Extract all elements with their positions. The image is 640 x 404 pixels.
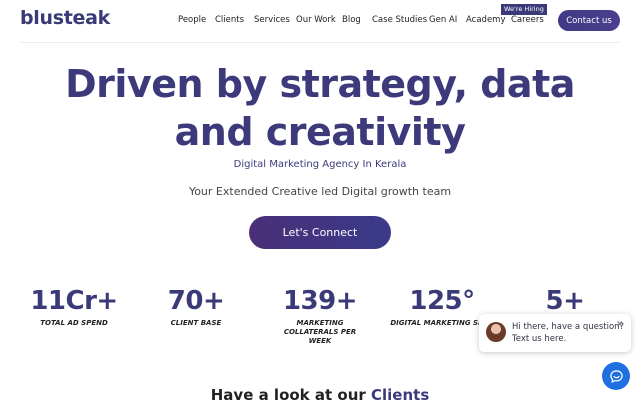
stat-value: 139+: [282, 286, 358, 316]
chat-bubble-glyph: [609, 369, 623, 383]
chat-line-1: Hi there, have a question?: [512, 322, 625, 332]
hero-title-line-1: Driven by strategy, data: [65, 62, 575, 106]
hero-tagline: Your Extended Creative led Digital growt…: [188, 185, 452, 198]
stat-value: 5+: [545, 286, 585, 316]
clients-heading: Have a look at our Clients: [0, 386, 640, 404]
clients-heading-prefix: Have a look at our: [210, 386, 366, 404]
nav-blog[interactable]: Blog: [342, 15, 361, 25]
nav-services[interactable]: Services: [254, 15, 290, 25]
chat-bubble-icon[interactable]: [602, 362, 630, 390]
brand-logo[interactable]: blusteak: [20, 7, 110, 29]
site-header: blusteak People Clients Services Our Wor…: [0, 0, 640, 42]
hero-title-line-2: and creativity: [174, 110, 466, 154]
hero-subtitle: Digital Marketing Agency In Kerala: [233, 159, 407, 170]
stat-value: 125°: [409, 286, 475, 316]
stat-ad-spend: 11Cr+ TOTAL AD SPEND: [14, 285, 134, 328]
chat-popup[interactable]: Hi there, have a question? Text us here.…: [479, 314, 631, 352]
nav-careers[interactable]: Careers: [511, 15, 544, 25]
clients-heading-accent: Clients: [371, 386, 430, 404]
nav-clients[interactable]: Clients: [215, 15, 244, 25]
nav-people[interactable]: People: [178, 15, 206, 25]
stat-label: MARKETING COLLATERALS PER WEEK: [283, 319, 357, 345]
chat-line-2: Text us here.: [512, 334, 567, 344]
stat-client-base: 70+ CLIENT BASE: [136, 285, 256, 328]
nav-academy[interactable]: Academy: [466, 15, 505, 25]
header-divider: [20, 42, 620, 43]
agent-avatar: [486, 322, 506, 342]
nav-our-work[interactable]: Our Work: [296, 15, 336, 25]
nav-case-studies[interactable]: Case Studies: [372, 15, 427, 25]
hiring-badge: We're Hiring: [501, 4, 547, 15]
contact-us-button[interactable]: Contact us: [558, 10, 620, 31]
stat-label: TOTAL AD SPEND: [40, 319, 108, 327]
lets-connect-button[interactable]: Let's Connect: [249, 216, 391, 249]
stat-label: CLIENT BASE: [170, 319, 222, 327]
stat-value: 70+: [167, 286, 225, 316]
stat-value: 11Cr+: [30, 286, 118, 316]
nav-gen-ai[interactable]: Gen AI: [429, 15, 457, 25]
close-icon[interactable]: ✕: [616, 320, 624, 330]
chat-message: Hi there, have a question? Text us here.: [512, 321, 624, 345]
stat-collaterals: 139+ MARKETING COLLATERALS PER WEEK: [260, 285, 380, 346]
hero-title: Driven by strategy, data and creativity: [0, 60, 640, 156]
